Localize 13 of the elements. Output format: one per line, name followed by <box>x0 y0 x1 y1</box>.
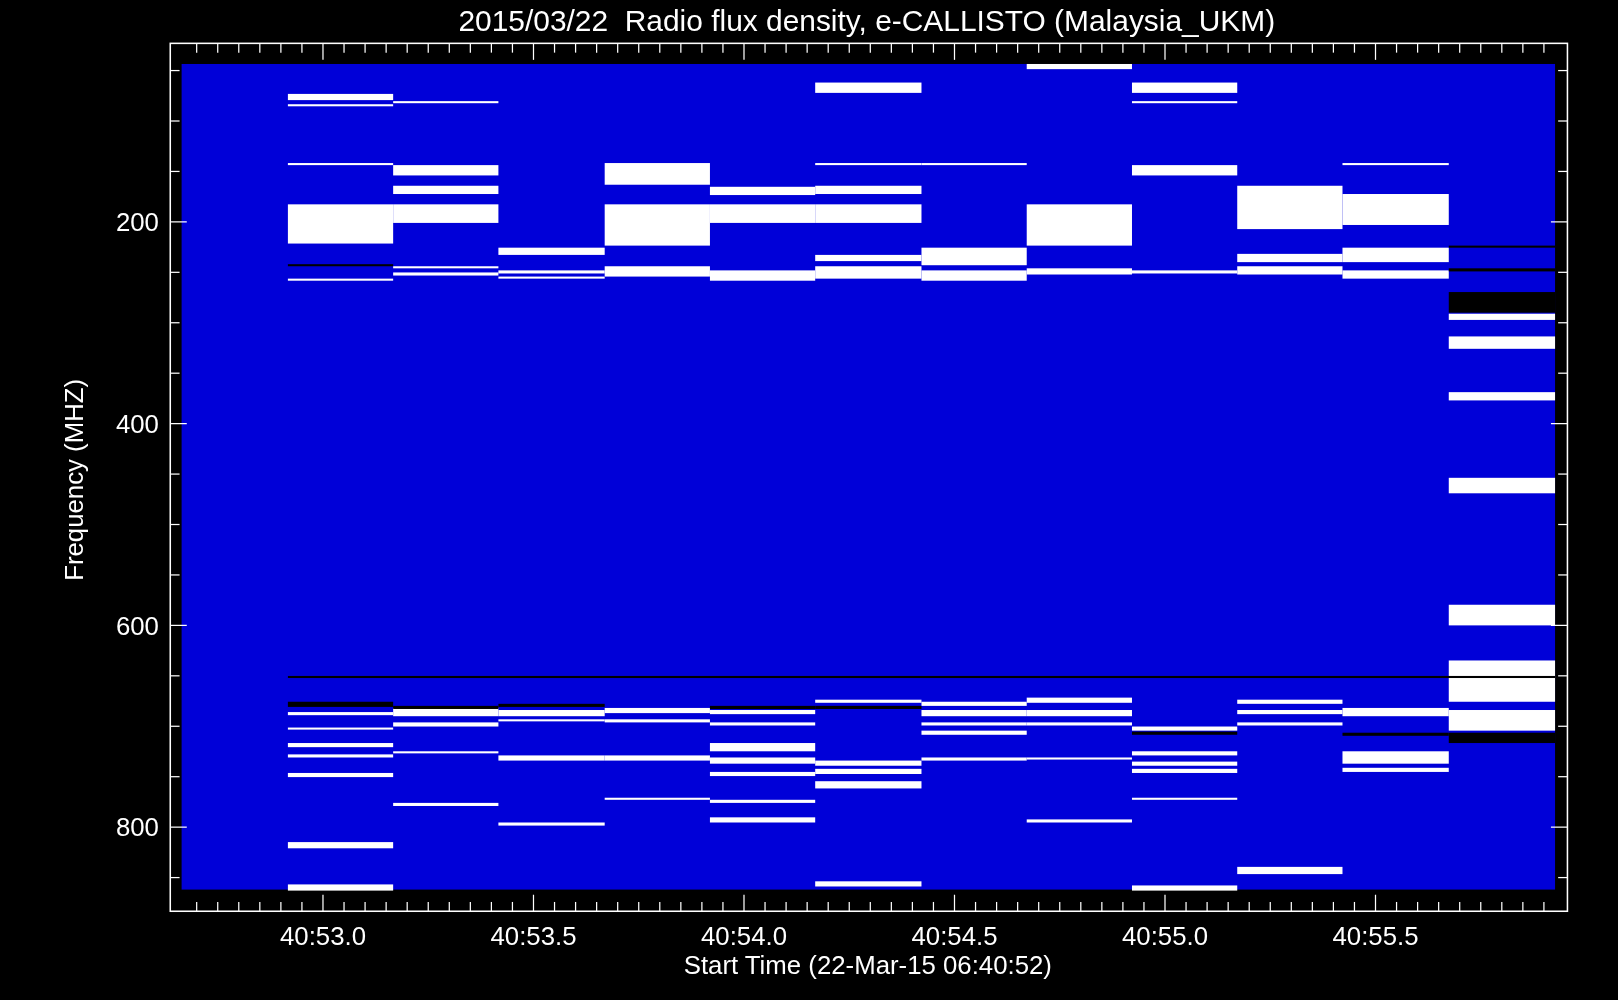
x-tick-label: 40:53.5 <box>490 922 577 951</box>
x-tick-label: 40:53.0 <box>279 922 366 951</box>
y-axis-label: Frequency (MHZ) <box>59 378 88 581</box>
y-tick-label: 600 <box>115 611 159 640</box>
x-tick-label: 40:54.5 <box>911 922 998 951</box>
y-tick-label: 400 <box>115 409 159 438</box>
x-tick-label: 40:54.0 <box>701 922 787 951</box>
y-tick-label: 200 <box>115 208 159 237</box>
x-tick-label: 40:55.0 <box>1122 922 1208 951</box>
x-tick-label: 40:55.5 <box>1332 922 1419 951</box>
x-axis-label: Start Time (22-Mar-15 06:40:52) <box>683 951 1052 980</box>
y-tick-label: 800 <box>115 813 159 842</box>
plot-title: 2015/03/22 Radio flux density, e-CALLISTO (Malaysia_UKM) <box>458 3 1276 37</box>
